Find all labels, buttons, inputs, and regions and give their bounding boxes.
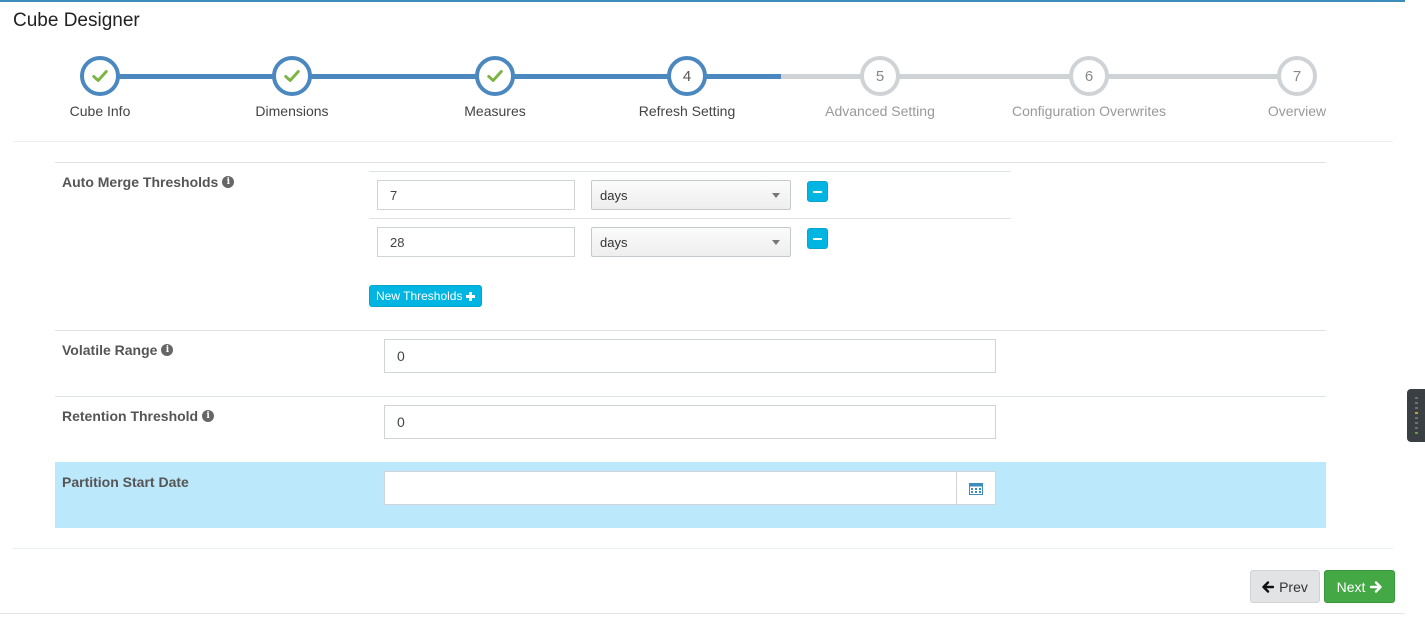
- step-circle[interactable]: 7: [1277, 56, 1317, 96]
- remove-threshold-button-2[interactable]: [807, 228, 828, 249]
- threshold-unit-select-1[interactable]: days: [591, 180, 791, 210]
- check-icon: [487, 70, 503, 82]
- threshold-unit-select-2[interactable]: days: [591, 227, 791, 257]
- header-divider: [13, 141, 1393, 142]
- form-row-divider: [55, 396, 1326, 397]
- step-circle[interactable]: [272, 56, 312, 96]
- check-icon: [92, 70, 108, 82]
- form-row-divider: [55, 330, 1326, 331]
- retention-threshold-input[interactable]: 0: [384, 405, 996, 439]
- arrow-right-icon: [1370, 580, 1383, 593]
- partition-start-date-label: Partition Start Date: [62, 474, 189, 490]
- info-icon[interactable]: i: [222, 176, 235, 188]
- calendar-button[interactable]: [956, 471, 996, 505]
- page-title: Cube Designer: [13, 10, 140, 31]
- wizard-steps: Cube Info Dimensions Measures 4 Refresh …: [0, 56, 1405, 126]
- next-button[interactable]: Next: [1324, 570, 1395, 603]
- check-icon: [284, 70, 300, 82]
- threshold-value-input-2[interactable]: 28: [377, 227, 575, 257]
- arrow-left-icon: [1262, 580, 1275, 593]
- step-circle[interactable]: [475, 56, 515, 96]
- step-label[interactable]: Configuration Overwrites: [969, 103, 1209, 119]
- info-icon[interactable]: i: [202, 410, 215, 422]
- step-circle[interactable]: 6: [1069, 56, 1109, 96]
- threshold-divider: [369, 218, 1011, 219]
- minus-icon: [813, 238, 822, 240]
- step-circle[interactable]: 4: [667, 56, 707, 96]
- prev-button[interactable]: Prev: [1250, 570, 1320, 603]
- top-border: [0, 0, 1405, 2]
- form-bottom-divider: [13, 548, 1393, 549]
- step-label[interactable]: Overview: [1177, 103, 1417, 119]
- wizard-progress-todo: [781, 74, 1297, 79]
- minus-icon: [813, 191, 822, 193]
- step-circle[interactable]: [80, 56, 120, 96]
- threshold-value-input-1[interactable]: 7: [377, 180, 575, 210]
- calendar-icon: [969, 482, 983, 495]
- step-circle[interactable]: 5: [860, 56, 900, 96]
- new-thresholds-button[interactable]: New Thresholds: [369, 285, 483, 307]
- chevron-down-icon: [772, 193, 780, 198]
- step-label[interactable]: Advanced Setting: [760, 103, 1000, 119]
- remove-threshold-button-1[interactable]: [807, 181, 828, 202]
- chevron-down-icon: [772, 240, 780, 245]
- retention-threshold-label: Retention Threshold i: [62, 408, 215, 424]
- partition-start-date-input[interactable]: [384, 471, 957, 505]
- floating-scroll-widget[interactable]: [1407, 389, 1425, 442]
- volatile-range-label: Volatile Range i: [62, 342, 174, 358]
- volatile-range-input[interactable]: 0: [384, 339, 996, 373]
- threshold-divider: [369, 171, 1011, 172]
- plus-icon: [466, 291, 476, 301]
- form-row-divider: [55, 162, 1326, 163]
- footer-divider: [0, 613, 1405, 614]
- info-icon[interactable]: i: [161, 344, 174, 356]
- auto-merge-thresholds-label: Auto Merge Thresholds i: [62, 174, 235, 190]
